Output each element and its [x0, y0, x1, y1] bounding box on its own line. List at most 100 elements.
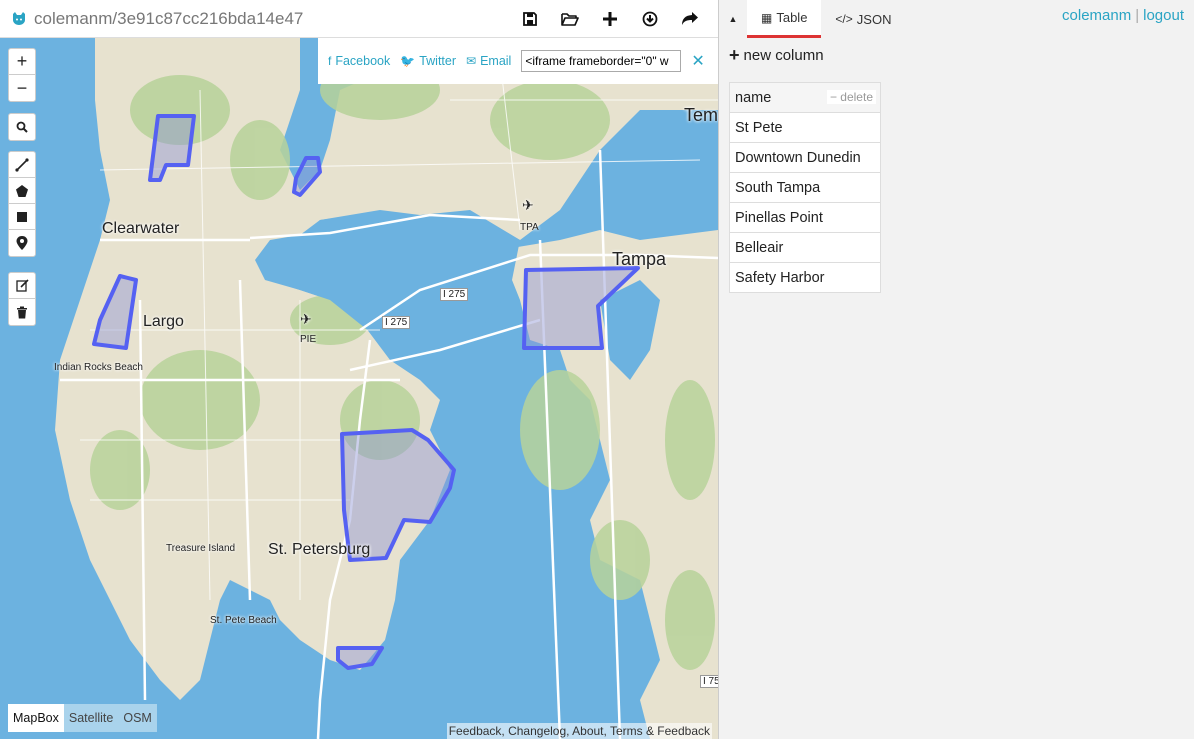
table-cell[interactable]: St Pete	[729, 112, 881, 143]
share-facebook-link[interactable]: f Facebook	[328, 54, 390, 68]
logout-link[interactable]: logout	[1143, 7, 1184, 24]
draw-polygon-button[interactable]	[9, 178, 35, 204]
edit-control	[8, 272, 36, 326]
highway-shield: I 275	[440, 288, 469, 301]
table-row: Belleair	[729, 232, 881, 263]
save-button[interactable]	[510, 0, 550, 38]
highway-shield: I 75	[700, 675, 718, 688]
plus-icon: +	[729, 45, 740, 65]
rectangle-icon	[17, 211, 27, 222]
airport-icon: ✈	[522, 197, 534, 213]
map-footer-links[interactable]: Feedback, Changelog, About, Terms & Feed…	[446, 723, 712, 739]
caret-up-icon: ▲	[728, 14, 738, 24]
table-cell[interactable]: Safety Harbor	[729, 262, 881, 293]
table-row: Safety Harbor	[729, 262, 881, 293]
label-st-petersburg: St. Petersburg	[268, 541, 371, 558]
table-row: Downtown Dunedin	[729, 142, 881, 173]
table-cell[interactable]: South Tampa	[729, 172, 881, 203]
draw-control	[8, 151, 36, 257]
close-share-button[interactable]: ✕	[691, 51, 704, 71]
polygon-icon	[16, 184, 28, 197]
new-column-button[interactable]: + new column	[729, 45, 824, 66]
tab-json-label: JSON	[856, 11, 892, 27]
tab-json[interactable]: </> JSON	[821, 0, 906, 38]
panel-tabs: ▲ ▦ Table </> JSON colemanm | logout	[719, 0, 1194, 38]
collapse-panel-button[interactable]: ▲	[719, 0, 747, 38]
label-largo: Largo	[143, 313, 184, 330]
save-icon	[523, 12, 537, 26]
zoom-out-button[interactable]: −	[9, 75, 35, 101]
open-button[interactable]	[550, 0, 590, 38]
download-icon	[642, 11, 658, 27]
zoom-control: + −	[8, 48, 36, 102]
table-row: St Pete	[729, 112, 881, 143]
layer-satellite[interactable]: Satellite	[63, 704, 119, 732]
label-st-pete-beach: St. Pete Beach	[210, 615, 277, 626]
twitter-icon: 🐦	[400, 54, 416, 68]
label-tem: Tem	[684, 105, 718, 125]
layer-osm[interactable]: OSM	[118, 704, 157, 732]
minus-icon: −	[829, 90, 841, 104]
share-twitter-link[interactable]: 🐦 Twitter	[400, 54, 456, 68]
highway-shield: I 275	[382, 316, 411, 329]
marker-icon	[16, 236, 28, 250]
code-icon: </>	[835, 12, 853, 26]
table-cell[interactable]: Belleair	[729, 232, 881, 263]
table-cell[interactable]: Pinellas Point	[729, 202, 881, 233]
layer-mapbox[interactable]: MapBox	[8, 704, 64, 732]
share-icon	[682, 12, 698, 25]
delete-label: delete	[840, 90, 873, 104]
email-label: Email	[480, 54, 512, 68]
email-icon: ✉	[466, 54, 477, 68]
label-treasure-island: Treasure Island	[166, 543, 236, 554]
tab-table[interactable]: ▦ Table	[747, 0, 822, 38]
gist-title[interactable]: colemanm/3e91c87cc216bda14e47	[34, 9, 303, 29]
label-indian-rocks-beach: Indian Rocks Beach	[54, 362, 143, 373]
new-column-label: new column	[743, 47, 824, 64]
table-row: South Tampa	[729, 172, 881, 203]
trash-icon	[17, 306, 27, 318]
delete-column-button[interactable]: − delete	[826, 90, 876, 104]
zoom-in-button[interactable]: +	[9, 49, 35, 75]
user-area: colemanm | logout	[1062, 7, 1184, 24]
table-header-row: name − delete	[729, 82, 881, 113]
delete-layers-button[interactable]	[9, 299, 35, 325]
map[interactable]: Clearwater Largo Tampa Tem St. Petersbur…	[0, 0, 718, 739]
table-row: Pinellas Point	[729, 202, 881, 233]
column-header-name: name − delete	[729, 82, 881, 113]
edit-layers-button[interactable]	[9, 273, 35, 299]
tab-table-label: Table	[776, 10, 808, 25]
plus-icon	[603, 12, 617, 26]
user-separator: |	[1135, 7, 1140, 24]
github-icon[interactable]	[8, 8, 30, 30]
facebook-icon: f	[328, 54, 332, 68]
open-icon	[561, 13, 579, 26]
label-tampa: Tampa	[612, 249, 667, 269]
label-tpa: TPA	[520, 222, 539, 233]
label-clearwater: Clearwater	[102, 220, 180, 237]
share-bar: fFacebook 🐦Twitter ✉Email ✕	[318, 38, 718, 84]
facebook-label: Facebook	[335, 54, 391, 68]
share-button[interactable]	[670, 0, 710, 38]
edit-icon	[15, 279, 29, 292]
attribute-table: name − delete St Pete Downtown Dunedin S…	[729, 82, 881, 293]
label-pie: PIE	[300, 334, 317, 345]
draw-marker-button[interactable]	[9, 230, 35, 256]
search-icon	[16, 121, 28, 133]
download-button[interactable]	[630, 0, 670, 38]
draw-rectangle-button[interactable]	[9, 204, 35, 230]
column-header-label: name	[735, 89, 772, 106]
layer-switcher: MapBox Satellite OSM	[8, 704, 157, 732]
draw-line-button[interactable]	[9, 152, 35, 178]
share-email-link[interactable]: ✉ Email	[466, 54, 511, 68]
embed-code-input[interactable]	[521, 50, 682, 72]
table-cell[interactable]: Downtown Dunedin	[729, 142, 881, 173]
line-icon	[15, 157, 29, 172]
username-link[interactable]: colemanm	[1062, 7, 1131, 24]
search-control	[8, 113, 36, 141]
new-button[interactable]	[590, 0, 630, 38]
table-icon: ▦	[761, 10, 773, 25]
search-button[interactable]	[9, 114, 35, 140]
twitter-label: Twitter	[419, 54, 457, 68]
file-actions	[510, 0, 710, 38]
